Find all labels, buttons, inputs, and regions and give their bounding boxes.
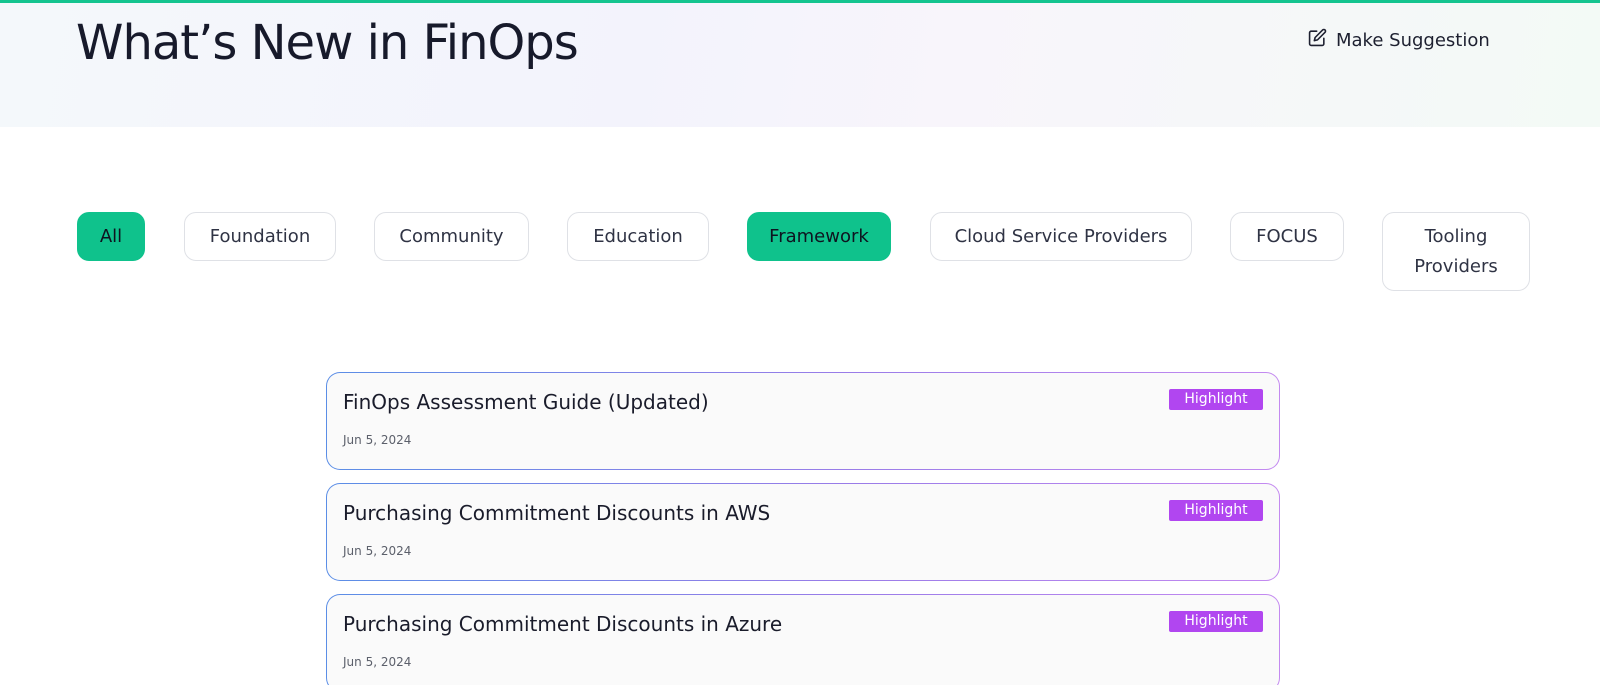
filter-framework[interactable]: Framework bbox=[747, 212, 891, 261]
article-date: Jun 5, 2024 bbox=[343, 433, 412, 447]
category-filter-bar: All Foundation Community Education Frame… bbox=[0, 212, 1600, 292]
edit-icon bbox=[1308, 28, 1327, 52]
filter-foundation[interactable]: Foundation bbox=[184, 212, 336, 261]
make-suggestion-label: Make Suggestion bbox=[1336, 29, 1490, 51]
article-title[interactable]: FinOps Assessment Guide (Updated) bbox=[343, 390, 709, 414]
filter-cloud-service-providers[interactable]: Cloud Service Providers bbox=[930, 212, 1192, 261]
filter-education[interactable]: Education bbox=[567, 212, 709, 261]
article-card[interactable]: Purchasing Commitment Discounts in Azure… bbox=[326, 594, 1280, 685]
highlight-badge: Highlight bbox=[1169, 389, 1263, 410]
article-list: FinOps Assessment Guide (Updated) Jun 5,… bbox=[326, 372, 1280, 685]
article-title[interactable]: Purchasing Commitment Discounts in AWS bbox=[343, 501, 770, 525]
filter-community[interactable]: Community bbox=[374, 212, 529, 261]
article-date: Jun 5, 2024 bbox=[343, 655, 412, 669]
article-date: Jun 5, 2024 bbox=[343, 544, 412, 558]
make-suggestion-button[interactable]: Make Suggestion bbox=[1308, 27, 1490, 53]
article-title[interactable]: Purchasing Commitment Discounts in Azure bbox=[343, 612, 782, 636]
filter-focus[interactable]: FOCUS bbox=[1230, 212, 1344, 261]
page-title: What’s New in FinOps bbox=[76, 15, 579, 71]
filter-tooling-providers[interactable]: Tooling Providers bbox=[1382, 212, 1530, 291]
highlight-badge: Highlight bbox=[1169, 611, 1263, 632]
filter-all[interactable]: All bbox=[77, 212, 145, 261]
page-header: What’s New in FinOps Make Suggestion bbox=[0, 0, 1600, 127]
highlight-badge: Highlight bbox=[1169, 500, 1263, 521]
article-card[interactable]: Purchasing Commitment Discounts in AWS J… bbox=[326, 483, 1280, 581]
article-card[interactable]: FinOps Assessment Guide (Updated) Jun 5,… bbox=[326, 372, 1280, 470]
